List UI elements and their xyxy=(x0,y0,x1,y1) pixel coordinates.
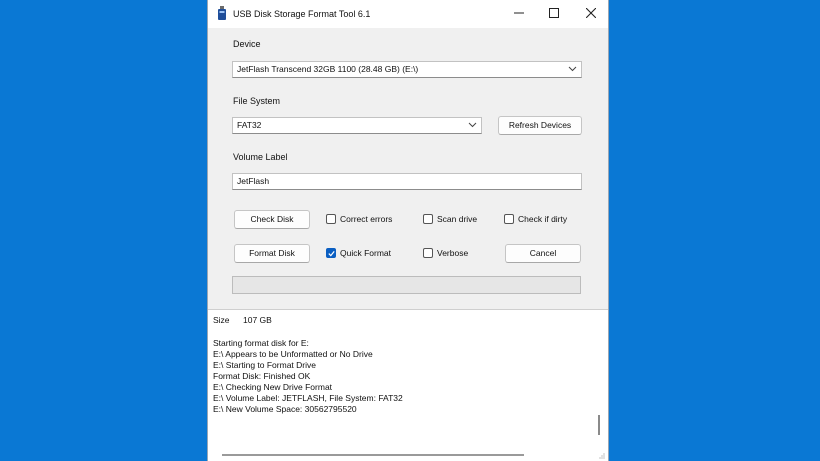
scrollbar-thumb[interactable] xyxy=(598,415,600,435)
title-bar[interactable]: USB Disk Storage Format Tool 6.1 xyxy=(208,0,608,28)
checkbox-box xyxy=(504,214,514,224)
maximize-icon xyxy=(549,8,559,18)
format-disk-button[interactable]: Format Disk xyxy=(234,244,310,263)
log-line: E:\ Starting to Format Drive xyxy=(213,360,316,370)
device-label: Device xyxy=(233,39,261,49)
log-line: Starting format disk for E: xyxy=(213,338,309,348)
window-title: USB Disk Storage Format Tool 6.1 xyxy=(233,9,371,19)
log-line: Format Disk: Finished OK xyxy=(213,371,311,381)
progress-bar xyxy=(232,276,581,294)
log-horizontal-scrollbar[interactable] xyxy=(222,454,524,456)
chevron-down-icon xyxy=(568,66,577,72)
checkbox-box-checked xyxy=(326,248,336,258)
quick-format-label: Quick Format xyxy=(340,248,392,258)
check-if-dirty-label: Check if dirty xyxy=(518,214,568,224)
minimize-icon xyxy=(514,12,524,14)
minimize-button[interactable] xyxy=(504,3,534,25)
device-select[interactable]: JetFlash Transcend 32GB 1100 (28.48 GB) … xyxy=(232,61,582,78)
correct-errors-label: Correct errors xyxy=(340,214,393,224)
usb-drive-icon xyxy=(217,6,227,22)
scan-drive-label: Scan drive xyxy=(437,214,478,224)
maximize-button[interactable] xyxy=(539,3,569,25)
correct-errors-checkbox[interactable]: Correct errors xyxy=(326,213,406,227)
checkbox-box xyxy=(326,214,336,224)
log-line: E:\ New Volume Space: 30562795520 xyxy=(213,404,357,414)
quick-format-checkbox[interactable]: Quick Format xyxy=(326,247,401,261)
verbose-checkbox[interactable]: Verbose xyxy=(423,247,483,261)
log-size-label: Size xyxy=(213,315,230,325)
close-button[interactable] xyxy=(576,3,606,25)
device-select-value: JetFlash Transcend 32GB 1100 (28.48 GB) … xyxy=(237,64,419,74)
log-vertical-scrollbar[interactable] xyxy=(596,314,602,454)
checkbox-box xyxy=(423,248,433,258)
cancel-button[interactable]: Cancel xyxy=(505,244,581,263)
checkmark-icon xyxy=(328,251,335,257)
volume-label-input[interactable]: JetFlash xyxy=(232,173,582,190)
close-icon xyxy=(585,7,597,19)
refresh-devices-button[interactable]: Refresh Devices xyxy=(498,116,582,135)
log-size-value: 107 GB xyxy=(243,315,272,325)
app-window: USB Disk Storage Format Tool 6.1 Device … xyxy=(207,0,609,461)
log-line: E:\ Appears to be Unformatted or No Driv… xyxy=(213,349,373,359)
resize-grip-icon[interactable] xyxy=(598,452,605,459)
chevron-down-icon xyxy=(468,122,477,128)
file-system-select-value: FAT32 xyxy=(237,120,262,130)
file-system-label: File System xyxy=(233,96,281,106)
check-if-dirty-checkbox[interactable]: Check if dirty xyxy=(504,213,579,227)
checkbox-box xyxy=(423,214,433,224)
file-system-select[interactable]: FAT32 xyxy=(232,117,482,134)
check-disk-button[interactable]: Check Disk xyxy=(234,210,310,229)
log-line: E:\ Volume Label: JETFLASH, File System:… xyxy=(213,393,403,403)
log-output[interactable]: Size 107 GB Starting format disk for E: … xyxy=(208,309,608,461)
verbose-label: Verbose xyxy=(437,248,469,258)
log-line: E:\ Checking New Drive Format xyxy=(213,382,333,392)
scan-drive-checkbox[interactable]: Scan drive xyxy=(423,213,488,227)
volume-label-label: Volume Label xyxy=(233,152,288,162)
